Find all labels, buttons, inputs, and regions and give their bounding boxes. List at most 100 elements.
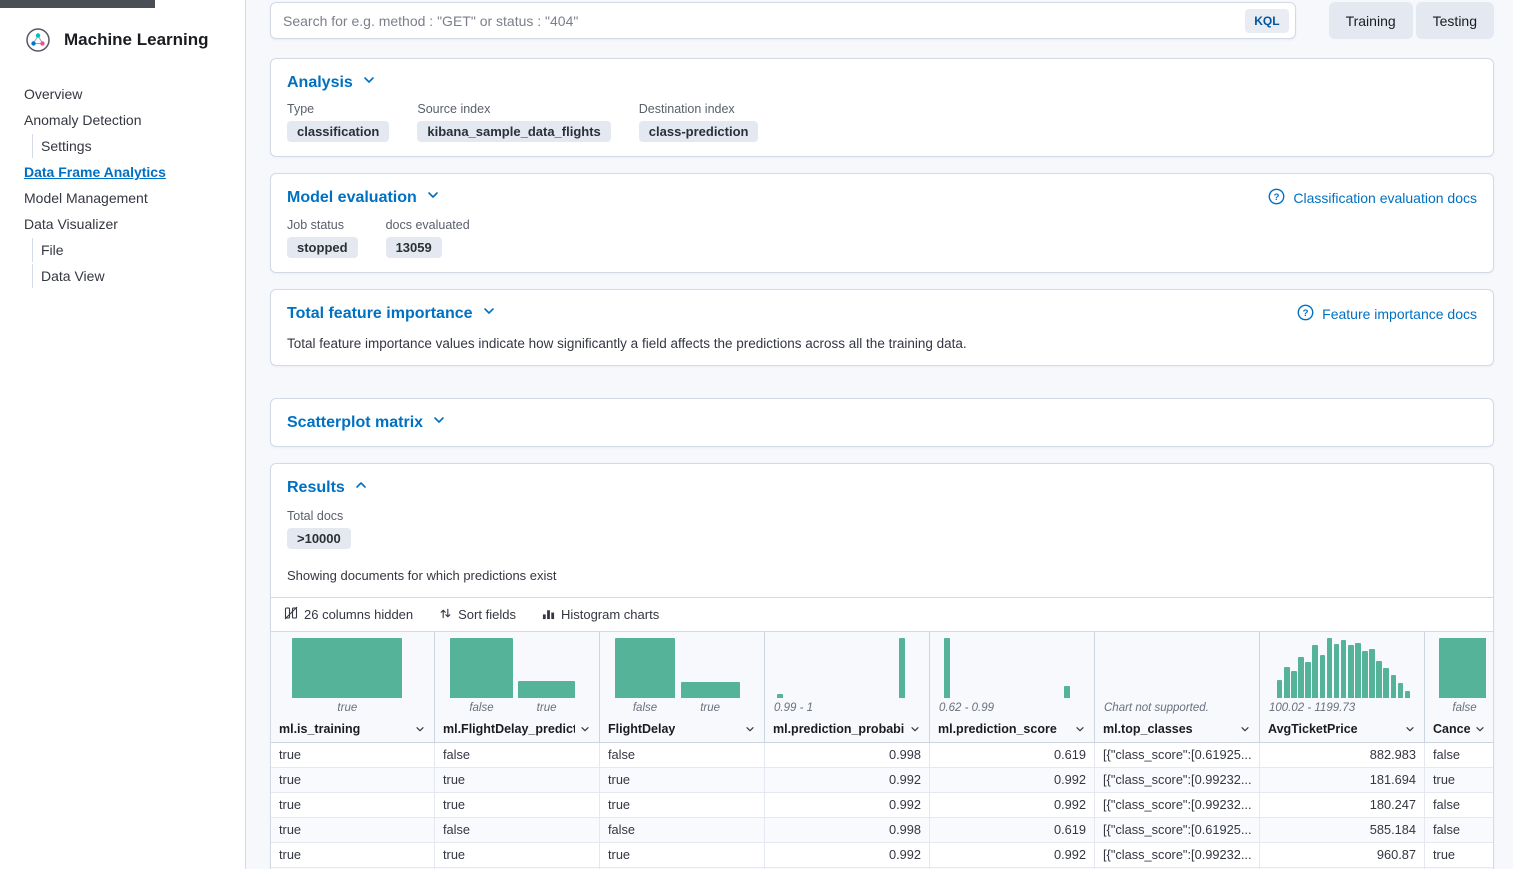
columns-hidden-label: 26 columns hidden [304, 607, 413, 622]
grid-cell[interactable]: true [271, 768, 435, 792]
grid-cell[interactable]: 0.992 [930, 768, 1095, 792]
grid-cell[interactable]: 960.87 [1260, 843, 1425, 867]
grid-cell[interactable]: false [435, 743, 600, 767]
grid-cell[interactable]: 0.992 [930, 843, 1095, 867]
grid-cell[interactable]: false [1425, 793, 1493, 817]
grid-cell[interactable]: true [435, 768, 600, 792]
grid-cell[interactable]: 0.992 [765, 793, 930, 817]
training-button[interactable]: Training [1329, 2, 1413, 39]
histogram-charts-button[interactable]: Histogram charts [542, 607, 659, 623]
results-section-toggle[interactable]: Results [287, 478, 368, 497]
grid-cell[interactable]: 0.992 [765, 768, 930, 792]
grid-cell[interactable]: true [271, 818, 435, 842]
column-menu-chevron-icon[interactable] [1404, 723, 1416, 735]
column-menu-chevron-icon[interactable] [1239, 723, 1251, 735]
grid-cell[interactable]: true [600, 843, 765, 867]
sort-fields-button[interactable]: Sort fields [439, 607, 516, 623]
doc-link-label: Feature importance docs [1322, 306, 1477, 322]
model-evaluation-section-toggle[interactable]: Model evaluation [287, 188, 440, 207]
testing-button[interactable]: Testing [1416, 2, 1494, 39]
grid-cell[interactable]: true [600, 793, 765, 817]
column-menu-chevron-icon[interactable] [414, 723, 426, 735]
grid-cell[interactable]: 0.992 [930, 793, 1095, 817]
histogram-bar [1398, 683, 1404, 698]
feature-importance-docs-link[interactable]: ? Feature importance docs [1297, 304, 1477, 324]
grid-cell[interactable]: true [1425, 843, 1493, 867]
search-bar[interactable]: KQL [270, 2, 1296, 39]
grid-cell[interactable]: true [600, 768, 765, 792]
sidebar-item-file[interactable]: File [32, 238, 237, 262]
analysis-field: Typeclassification [287, 102, 389, 142]
column-name: ml.FlightDelay_predictio [443, 722, 575, 736]
grid-cell[interactable]: [{"class_score":[0.99232... [1095, 768, 1260, 792]
kql-badge[interactable]: KQL [1245, 9, 1288, 33]
analysis-section-toggle[interactable]: Analysis [287, 73, 376, 92]
classification-evaluation-docs-link[interactable]: ? Classification evaluation docs [1268, 188, 1477, 208]
column-menu-chevron-icon[interactable] [909, 723, 921, 735]
column-menu-chevron-icon[interactable] [1474, 723, 1486, 735]
column-header-ml.prediction_score[interactable]: 0.62 - 0.99ml.prediction_score [930, 632, 1095, 742]
grid-cell[interactable]: 0.998 [765, 818, 930, 842]
grid-cell[interactable]: 0.998 [765, 743, 930, 767]
chart-not-supported-label: Chart not supported. [1104, 702, 1209, 714]
grid-cell[interactable]: 0.992 [765, 843, 930, 867]
sidebar-item-data-frame-analytics[interactable]: Data Frame Analytics [24, 160, 237, 184]
column-menu-chevron-icon[interactable] [744, 723, 756, 735]
grid-cell[interactable]: false [1425, 818, 1493, 842]
grid-cell[interactable]: 181.694 [1260, 768, 1425, 792]
column-menu-chevron-icon[interactable] [579, 723, 591, 735]
table-row: truefalsefalse0.9980.619[{"class_score":… [271, 818, 1493, 843]
histogram-bar [1369, 649, 1375, 698]
sidebar-item-overview[interactable]: Overview [24, 82, 237, 106]
svg-text:?: ? [1274, 192, 1280, 203]
grid-cell[interactable]: [{"class_score":[0.61925... [1095, 743, 1260, 767]
sidebar-item-settings[interactable]: Settings [32, 134, 237, 158]
results-grid: trueml.is_trainingfalsetrueml.FlightDela… [271, 632, 1493, 869]
grid-cell[interactable]: false [600, 818, 765, 842]
chevron-down-icon [426, 188, 440, 207]
sidebar-item-model-management[interactable]: Model Management [24, 186, 237, 210]
column-header-ml.is_training[interactable]: trueml.is_training [271, 632, 435, 742]
column-header-AvgTicketPrice[interactable]: 100.02 - 1199.73AvgTicketPrice [1260, 632, 1425, 742]
histogram-bar [1312, 645, 1318, 698]
grid-cell[interactable]: false [435, 818, 600, 842]
sidebar-item-data-visualizer[interactable]: Data Visualizer [24, 212, 237, 236]
search-input[interactable] [271, 3, 1239, 38]
columns-hidden-button[interactable]: 26 columns hidden [284, 606, 413, 623]
training-testing-toggle: Training Testing [1329, 2, 1494, 39]
grid-cell[interactable]: true [271, 743, 435, 767]
column-header-ml.FlightDelay_predictio[interactable]: falsetrueml.FlightDelay_predictio [435, 632, 600, 742]
column-header-ml.top_classes[interactable]: Chart not supported.ml.top_classes [1095, 632, 1260, 742]
grid-cell[interactable]: 882.983 [1260, 743, 1425, 767]
grid-cell[interactable]: 585.184 [1260, 818, 1425, 842]
grid-cell[interactable]: true [271, 793, 435, 817]
grid-cell[interactable]: false [600, 743, 765, 767]
grid-cell[interactable]: [{"class_score":[0.99232... [1095, 793, 1260, 817]
help-icon: ? [1297, 304, 1314, 324]
grid-cell[interactable]: [{"class_score":[0.99232... [1095, 843, 1260, 867]
feature-importance-section-toggle[interactable]: Total feature importance [287, 304, 496, 323]
column-histogram [608, 638, 756, 698]
field-label: Type [287, 102, 389, 116]
grid-cell[interactable]: true [435, 843, 600, 867]
grid-cell[interactable]: 180.247 [1260, 793, 1425, 817]
column-header-FlightDelay[interactable]: falsetrueFlightDelay [600, 632, 765, 742]
results-subtitle: Showing documents for which predictions … [287, 568, 1477, 583]
model-evaluation-field: docs evaluated13059 [386, 218, 470, 258]
grid-cell[interactable]: [{"class_score":[0.61925... [1095, 818, 1260, 842]
grid-cell[interactable]: 0.619 [930, 818, 1095, 842]
grid-cell[interactable]: 0.619 [930, 743, 1095, 767]
grid-cell[interactable]: true [435, 793, 600, 817]
histogram-bar [1320, 655, 1326, 698]
histogram-bar [1376, 661, 1382, 698]
sidebar-item-data-view[interactable]: Data View [32, 264, 237, 288]
sidebar-item-anomaly-detection[interactable]: Anomaly Detection [24, 108, 237, 132]
column-header-ml.prediction_probabilit[interactable]: 0.99 - 1ml.prediction_probabilit [765, 632, 930, 742]
grid-cell[interactable]: true [271, 843, 435, 867]
column-menu-chevron-icon[interactable] [1074, 723, 1086, 735]
grid-cell[interactable]: true [1425, 768, 1493, 792]
column-header-Cancelled[interactable]: falseCancelled [1425, 632, 1493, 742]
scatterplot-section-toggle[interactable]: Scatterplot matrix [287, 413, 446, 432]
grid-cell[interactable]: false [1425, 743, 1493, 767]
histogram-bar [1341, 640, 1347, 698]
